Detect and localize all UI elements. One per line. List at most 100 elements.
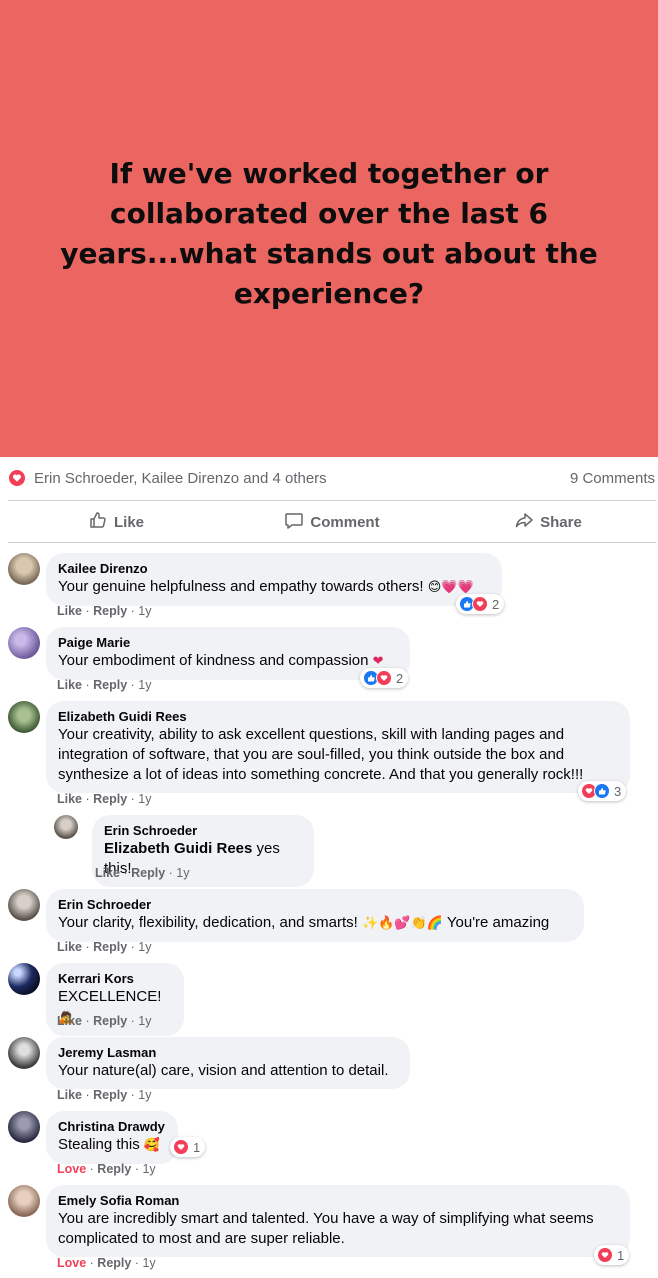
- avatar[interactable]: [54, 815, 78, 839]
- timestamp[interactable]: 1y: [138, 1088, 151, 1102]
- comment-emoji: 🥰: [143, 1138, 161, 1153]
- avatar[interactable]: [8, 1111, 40, 1143]
- share-button[interactable]: Share: [440, 502, 656, 542]
- post-banner: If we've worked together or collaborated…: [0, 0, 658, 457]
- thumbs-up-icon: [88, 510, 108, 534]
- comment-author[interactable]: Jeremy Lasman: [58, 1045, 398, 1061]
- thumbs-up-icon: [594, 783, 610, 799]
- timestamp[interactable]: 1y: [138, 792, 151, 806]
- avatar[interactable]: [8, 1037, 40, 1069]
- like-link[interactable]: Like: [57, 678, 82, 692]
- reaction-pill[interactable]: 2: [360, 668, 409, 688]
- comment-text-after: You're amazing: [446, 914, 550, 931]
- comment-author[interactable]: Emely Sofia Roman: [58, 1193, 618, 1209]
- post-banner-text: If we've worked together or collaborated…: [60, 156, 598, 310]
- comment-bubble: Emely Sofia Roman You are incredibly sma…: [46, 1185, 630, 1257]
- like-link[interactable]: Like: [57, 940, 82, 954]
- reaction-pill[interactable]: 2: [456, 594, 505, 614]
- reply-link[interactable]: Reply: [93, 678, 127, 692]
- comment-author[interactable]: Erin Schroeder: [58, 897, 572, 913]
- avatar[interactable]: [8, 627, 40, 659]
- reply-link[interactable]: Reply: [93, 1014, 127, 1028]
- reaction-pill[interactable]: 1: [170, 1137, 206, 1157]
- avatar[interactable]: [8, 701, 40, 733]
- love-link[interactable]: Love: [57, 1256, 86, 1270]
- comment-author[interactable]: Kailee Direnzo: [58, 561, 490, 577]
- mention-link[interactable]: Elizabeth Guidi Rees: [104, 840, 252, 857]
- like-link[interactable]: Like: [57, 1014, 82, 1028]
- comment-bubble: Erin Schroeder Your clarity, flexibility…: [46, 889, 584, 942]
- love-link[interactable]: Love: [57, 1162, 86, 1176]
- comment-author[interactable]: Paige Marie: [58, 635, 398, 651]
- timestamp[interactable]: 1y: [142, 1256, 155, 1270]
- comment-meta: Like · Reply · 1y: [95, 866, 190, 880]
- avatar[interactable]: [8, 1185, 40, 1217]
- like-link[interactable]: Like: [57, 792, 82, 806]
- avatar[interactable]: [8, 889, 40, 921]
- like-link[interactable]: Like: [57, 604, 82, 618]
- reply-link[interactable]: Reply: [93, 604, 127, 618]
- timestamp[interactable]: 1y: [138, 1014, 151, 1028]
- comment-emoji: ✨🔥💕👏🌈: [362, 916, 443, 931]
- like-link[interactable]: Like: [95, 866, 120, 880]
- share-label: Share: [540, 513, 582, 531]
- comment-meta: Like · Reply · 1y: [57, 1088, 152, 1102]
- reactions-summary[interactable]: Erin Schroeder, Kailee Direnzo and 4 oth…: [8, 462, 655, 494]
- reply-link[interactable]: Reply: [97, 1256, 131, 1270]
- reaction-pill[interactable]: 3: [578, 781, 627, 801]
- comment-text: Your clarity, flexibility, dedication, a…: [58, 914, 358, 931]
- avatar[interactable]: [8, 963, 40, 995]
- comment-button[interactable]: Comment: [224, 502, 440, 542]
- reply-link[interactable]: Reply: [93, 940, 127, 954]
- like-button[interactable]: Like: [8, 502, 224, 542]
- comment-text: Stealing this: [58, 1136, 140, 1153]
- timestamp[interactable]: 1y: [138, 604, 151, 618]
- comment-meta: Love · Reply · 1y: [57, 1162, 156, 1176]
- heart-icon: [472, 596, 488, 612]
- timestamp[interactable]: 1y: [138, 940, 151, 954]
- heart-icon: [597, 1247, 613, 1263]
- comment-meta: Like · Reply · 1y: [57, 604, 152, 618]
- reply-link[interactable]: Reply: [97, 1162, 131, 1176]
- comment-count[interactable]: 9 Comments: [570, 470, 655, 487]
- comment-bubble: Kailee Direnzo Your genuine helpfulness …: [46, 553, 502, 606]
- comment-bubble: Jeremy Lasman Your nature(al) care, visi…: [46, 1037, 410, 1089]
- like-link[interactable]: Like: [57, 1088, 82, 1102]
- comment-meta: Love · Reply · 1y: [57, 1256, 156, 1270]
- reply-link[interactable]: Reply: [131, 866, 165, 880]
- comment-text: Your genuine helpfulness and empathy tow…: [58, 578, 424, 595]
- reaction-count: 1: [193, 1139, 201, 1155]
- timestamp[interactable]: 1y: [142, 1162, 155, 1176]
- timestamp[interactable]: 1y: [138, 678, 151, 692]
- comment-author[interactable]: Christina Drawdy: [58, 1119, 166, 1135]
- comment-text: You are incredibly smart and talented. Y…: [58, 1210, 594, 1247]
- comment-text: Your embodiment of kindness and compassi…: [58, 652, 369, 669]
- reaction-names[interactable]: Erin Schroeder, Kailee Direnzo and 4 oth…: [34, 470, 327, 487]
- comment-meta: Like · Reply · 1y: [57, 678, 152, 692]
- comment-meta: Like · Reply · 1y: [57, 1014, 152, 1028]
- timestamp[interactable]: 1y: [176, 866, 189, 880]
- comment-meta: Like · Reply · 1y: [57, 940, 152, 954]
- comment-author[interactable]: Kerrari Kors: [58, 971, 172, 987]
- reply-link[interactable]: Reply: [93, 1088, 127, 1102]
- comment-bubble: Christina Drawdy Stealing this 🥰: [46, 1111, 178, 1164]
- comment-text: Your nature(al) care, vision and attenti…: [58, 1062, 389, 1079]
- avatar[interactable]: [8, 553, 40, 585]
- heart-icon: [376, 670, 392, 686]
- comment-emoji: ❤: [372, 654, 384, 669]
- like-label: Like: [113, 513, 144, 531]
- comment-bubble: Elizabeth Guidi Rees Your creativity, ab…: [46, 701, 630, 793]
- reaction-count: 3: [614, 783, 622, 799]
- comment-author[interactable]: Erin Schroeder: [104, 823, 302, 839]
- comment-emoji: 😊💗💗: [427, 580, 474, 595]
- comment-text: Your creativity, ability to ask excellen…: [58, 726, 584, 783]
- reaction-count: 2: [396, 670, 404, 686]
- reaction-pill[interactable]: 1: [594, 1245, 630, 1265]
- comment-bubble: Paige Marie Your embodiment of kindness …: [46, 627, 410, 680]
- reply-link[interactable]: Reply: [93, 792, 127, 806]
- comment-icon: [284, 510, 304, 534]
- heart-icon: [8, 469, 26, 487]
- comment-author[interactable]: Elizabeth Guidi Rees: [58, 709, 618, 725]
- share-icon: [514, 510, 534, 534]
- post-actions: Like Comment Share: [8, 502, 656, 542]
